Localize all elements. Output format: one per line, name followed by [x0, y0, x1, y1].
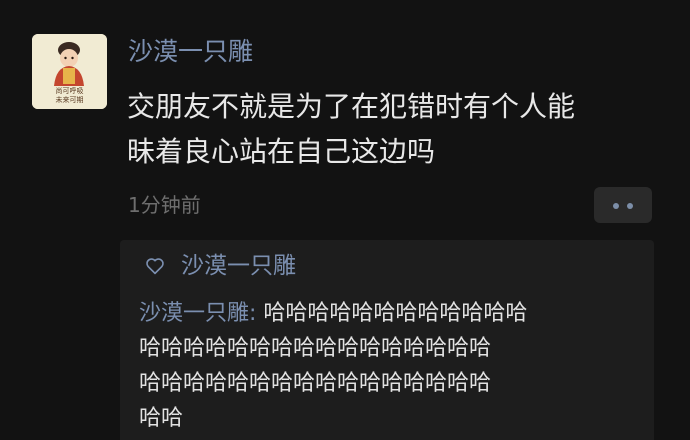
post-author-name[interactable]: 沙漠一只雕: [128, 36, 253, 68]
comment-text: 哈哈哈哈哈哈哈哈哈哈哈哈哈哈哈哈: [139, 336, 492, 361]
comment-author[interactable]: 沙漠一只雕:: [139, 301, 256, 326]
post-content-line: 交朋友不就是为了在犯错时有个人能: [127, 90, 576, 123]
liker-name[interactable]: 沙漠一只雕: [181, 251, 296, 281]
comment-item[interactable]: 沙漠一只雕: 哈哈哈哈哈哈哈哈哈哈哈哈 哈哈哈哈哈哈哈哈哈哈哈哈哈哈哈哈 哈哈哈…: [139, 296, 649, 436]
dot: [613, 203, 619, 209]
avatar-caption-line-2: 未来可期: [55, 96, 84, 104]
post-timestamp: 1分钟前: [128, 193, 201, 217]
post-content: 交朋友不就是为了在犯错时有个人能 昧着良心站在自己这边吗: [127, 84, 657, 174]
avatar[interactable]: 尚可呼吸 未来可期: [32, 34, 107, 109]
comment-text: 哈哈哈哈哈哈哈哈哈哈哈哈: [256, 301, 528, 326]
more-dots-icon: [613, 203, 633, 209]
heart-outline-icon: [146, 258, 164, 275]
more-actions-button[interactable]: [594, 187, 652, 223]
dot: [627, 203, 633, 209]
post-content-line: 昧着良心站在自己这边吗: [127, 135, 436, 168]
avatar-caption-line-1: 尚可呼吸: [55, 87, 84, 95]
comment-text: 哈哈: [139, 406, 184, 431]
comment-text: 哈哈哈哈哈哈哈哈哈哈哈哈哈哈哈哈: [139, 371, 492, 396]
comment-line-1: 沙漠一只雕: 哈哈哈哈哈哈哈哈哈哈哈哈: [139, 296, 649, 331]
